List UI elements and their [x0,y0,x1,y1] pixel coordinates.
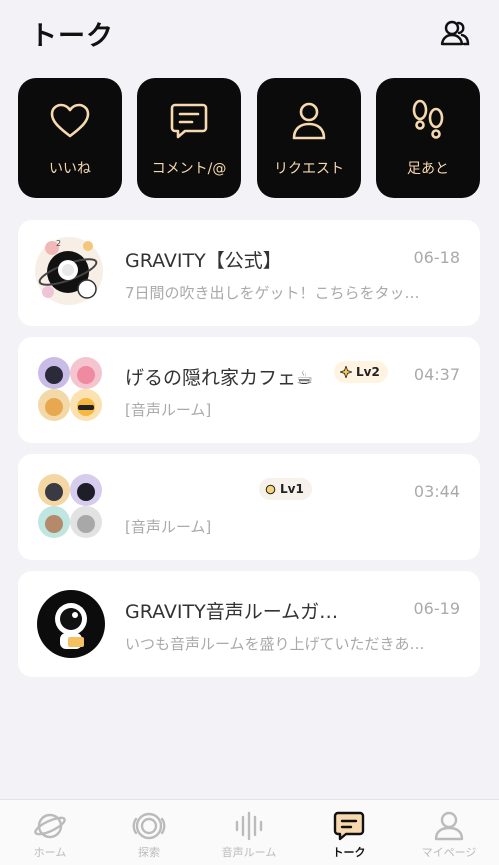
header: トーク [0,0,499,64]
conversation-preview: 7日間の吹き出しをゲット！こちらをタッ… [125,284,420,302]
person-icon [292,102,326,140]
profile-icon [434,811,464,841]
requests-label: リクエスト [274,161,344,177]
footprints-label: 足あと [407,161,449,177]
group-avatar [36,355,106,425]
likes-tile[interactable]: いいね [18,78,122,198]
group-avatar-icon [38,474,102,538]
level-text: Lv1 [280,482,304,496]
comments-tile[interactable]: コメント/@ [137,78,241,198]
conversation-item[interactable]: げるの隠れ家カフェ☕ Lv2 04:37 [音声ルーム] [18,337,480,443]
level-badge: Lv1 [259,478,312,500]
conversation-item[interactable]: Lv1 03:44 [音声ルーム] [18,454,480,560]
tab-explore-label: 探索 [138,846,160,859]
footprints-tile[interactable]: 足あと [376,78,480,198]
tab-voice-room-label: 音声ルーム [221,846,277,859]
comments-label: コメント/@ [151,161,227,177]
astronaut-avatar-icon [37,590,105,658]
sparkle-icon [340,366,352,378]
conversation-name: GRAVITY音声ルームガ… [125,601,339,623]
planet-icon [34,813,66,839]
conversation-item[interactable]: 2 GRAVITY【公式】 06-18 7日間の吹き出しをゲット！こちらをタッ… [18,220,480,326]
tab-explore[interactable]: 探索 [99,800,199,865]
tab-home[interactable]: ホーム [0,800,100,865]
conversation-time: 03:44 [413,482,460,501]
gravity-official-avatar-icon: 2 [35,237,103,305]
heart-icon [50,103,90,138]
soundwave-icon [235,811,263,841]
avatar: 2 [35,237,106,308]
conversation-time: 06-18 [413,248,461,267]
level-badge: Lv2 [334,361,388,383]
tab-talk-label: トーク [332,846,366,859]
tab-talk[interactable]: トーク [299,800,399,865]
requests-tile[interactable]: リクエスト [257,78,361,198]
friends-icon [440,20,470,46]
conversation-preview: [音声ルーム] [125,518,212,536]
conversation-time: 04:37 [413,365,460,384]
tab-mypage[interactable]: マイページ [399,800,499,865]
bottom-tab-bar: ホーム 探索 音声ルーム トーク マイページ [0,799,499,865]
group-avatar-icon [38,357,102,421]
tab-voice-room[interactable]: 音声ルーム [199,800,299,865]
conversation-time: 06-19 [413,599,461,618]
tab-mypage-label: マイページ [421,846,477,859]
level-dot-icon [265,484,276,494]
group-avatar [36,472,106,542]
footprints-icon [412,99,444,139]
comment-icon [170,103,208,139]
explore-icon [132,812,166,840]
page-title: トーク [30,21,114,52]
conversation-name: げるの隠れ家カフェ☕ [125,367,314,389]
svg-text:2: 2 [56,239,61,248]
conversation-preview: [音声ルーム] [125,401,212,419]
likes-label: いいね [49,161,91,177]
friends-button[interactable] [438,16,472,50]
conversation-item[interactable]: GRAVITY音声ルームガ… 06-19 いつも音声ルームを盛り上げていただきあ… [18,571,480,677]
conversation-preview: いつも音声ルームを盛り上げていただきあ… [125,635,425,653]
chat-icon [333,811,365,841]
tab-home-label: ホーム [33,846,67,859]
level-text: Lv2 [356,365,380,379]
conversation-name: GRAVITY【公式】 [125,250,282,272]
avatar [36,589,106,659]
